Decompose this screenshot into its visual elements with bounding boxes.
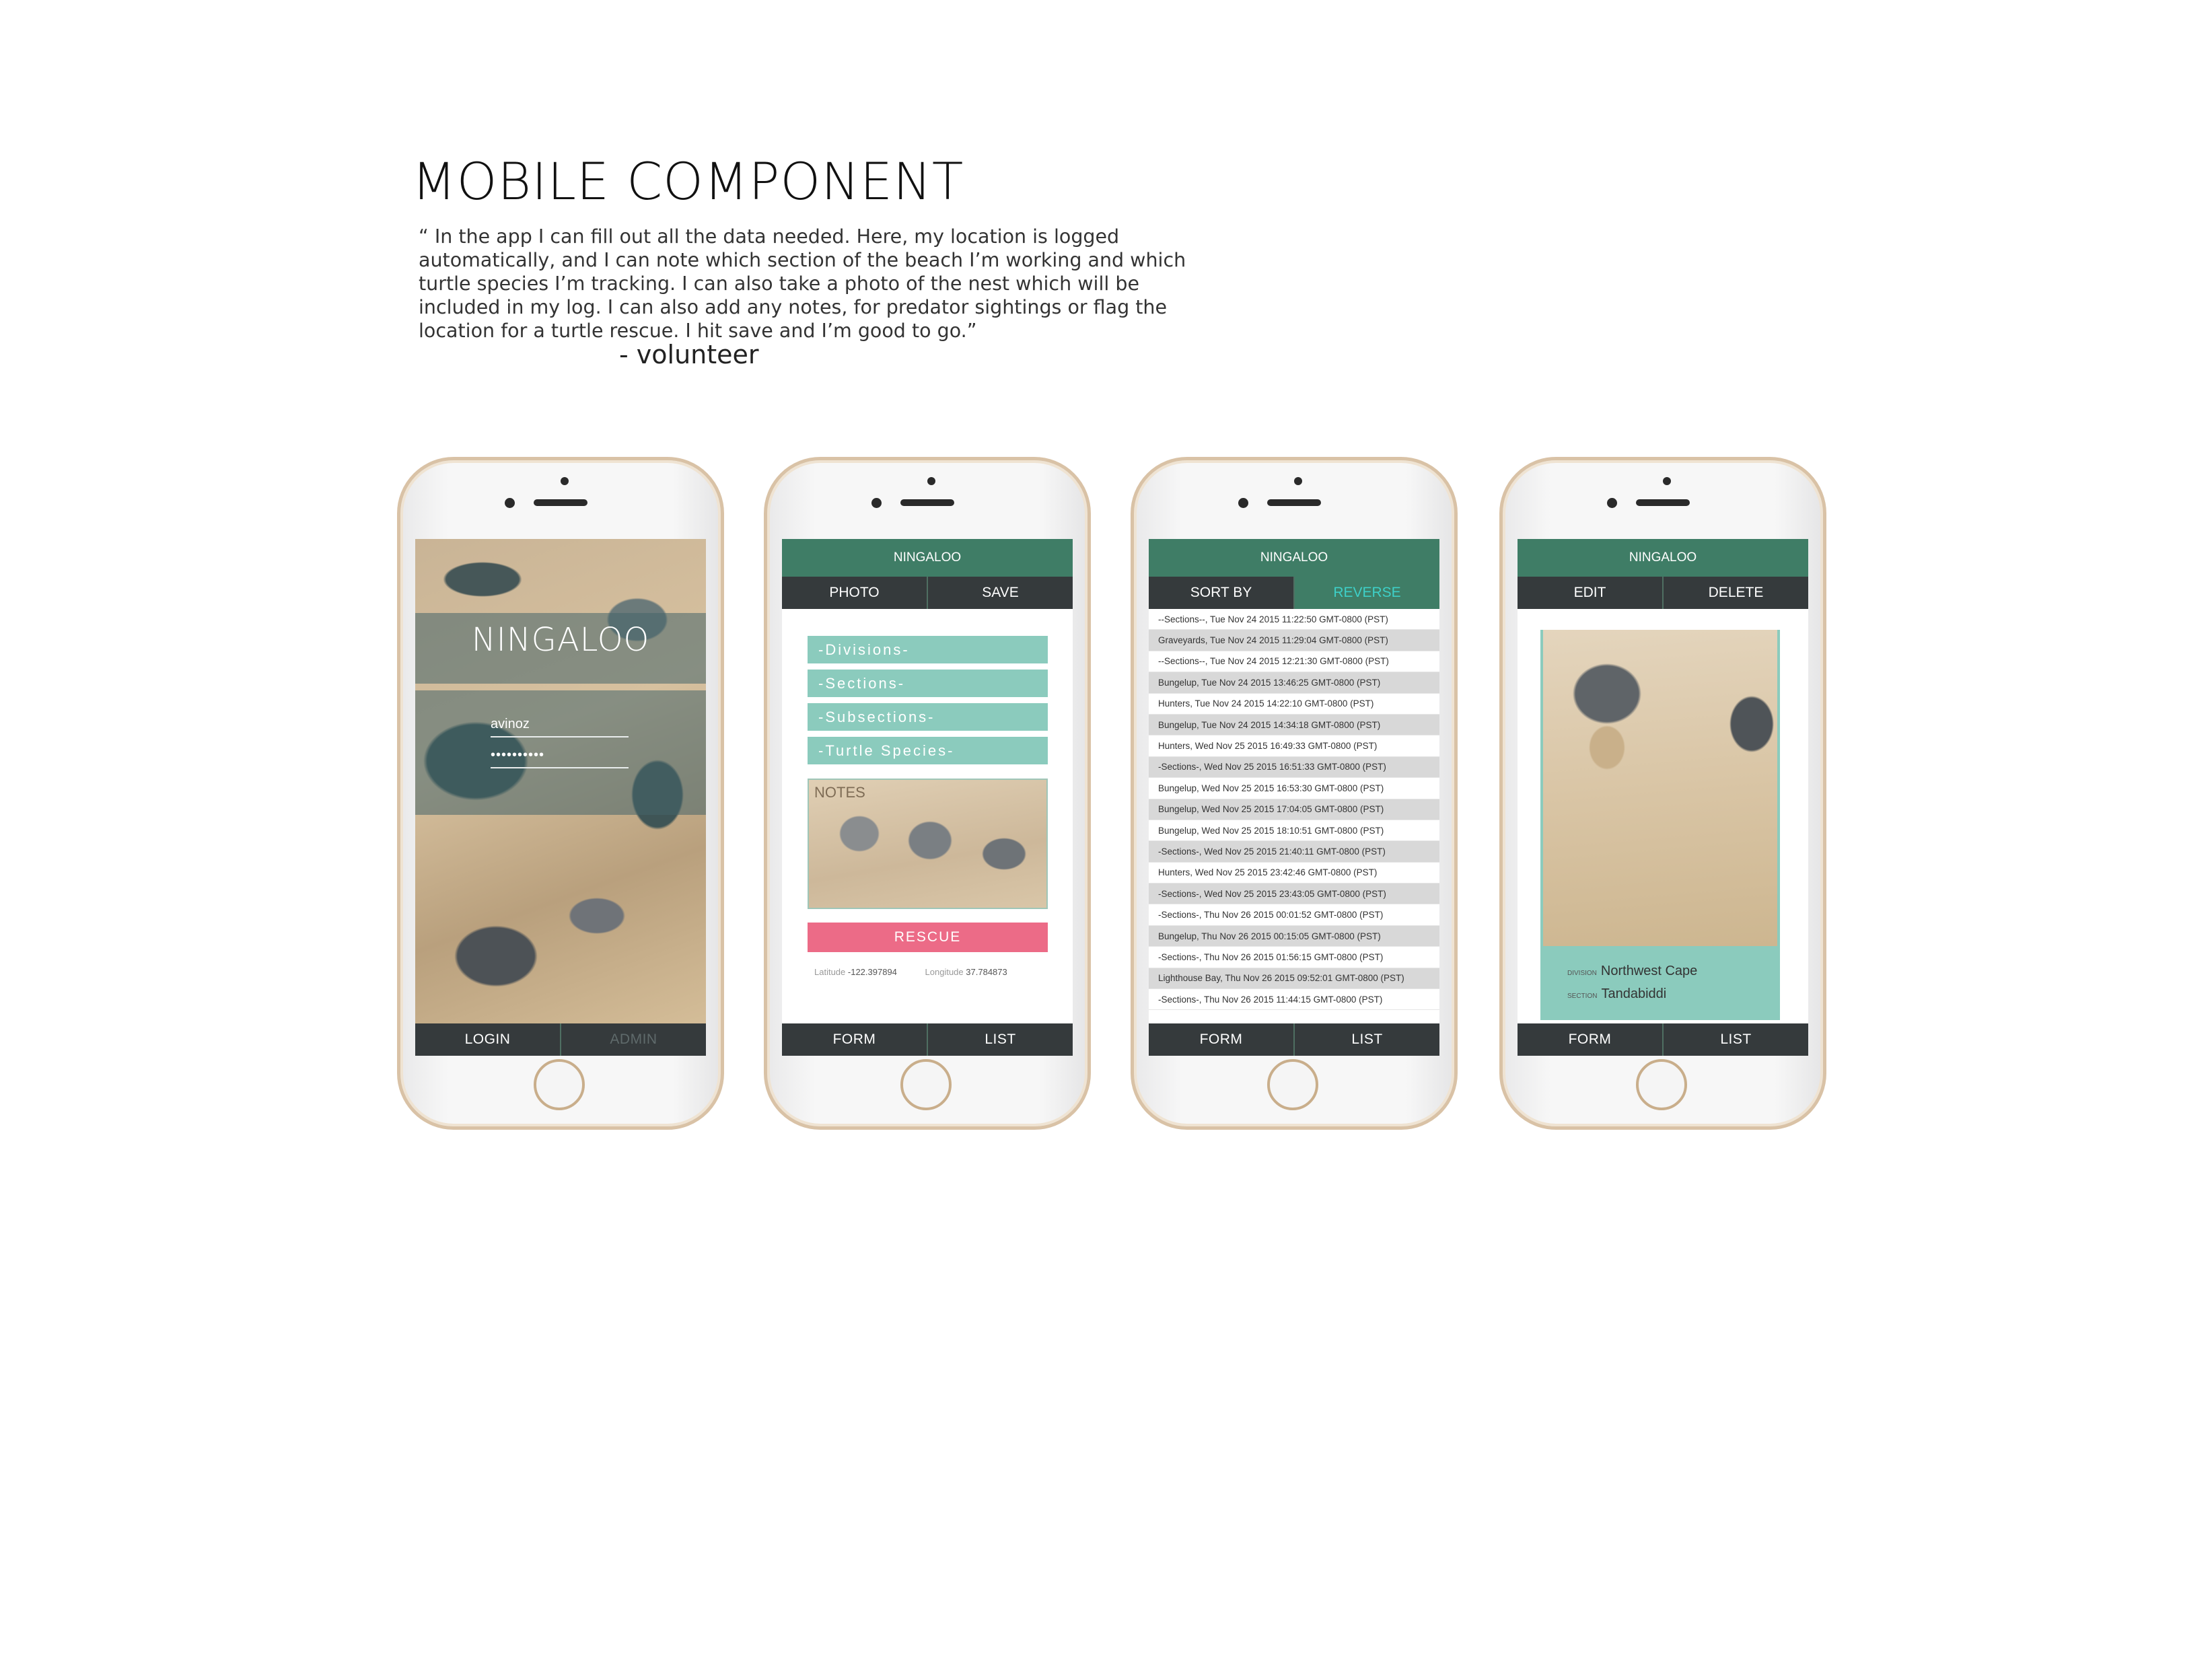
detail-screen: NINGALOO EDIT DELETE DIVISION Northwest C… <box>1518 539 1808 1056</box>
record-card: DIVISION Northwest Cape SECTION Tandabiddi <box>1540 630 1780 1020</box>
reverse-button[interactable]: REVERSE <box>1295 577 1439 609</box>
list-item[interactable]: Graveyards, Tue Nov 24 2015 11:29:04 GMT… <box>1149 630 1439 651</box>
home-button[interactable] <box>1636 1059 1687 1110</box>
location-readout: Latitude -122.397894 Longitude 37.784873 <box>814 967 1007 977</box>
proximity-sensor <box>1663 477 1671 485</box>
proximity-sensor <box>1294 477 1302 485</box>
subsections-select[interactable]: -Subsections- <box>808 703 1048 731</box>
admin-button[interactable]: ADMIN <box>561 1023 706 1056</box>
list-item[interactable]: -Sections-, Thu Nov 26 2015 00:01:52 GMT… <box>1149 904 1439 926</box>
front-camera <box>1238 498 1248 508</box>
list-item[interactable]: Lighthouse Bay, Thu Nov 26 2015 09:52:01… <box>1149 968 1439 990</box>
volunteer-quote: “ In the app I can fill out all the data… <box>419 225 1186 342</box>
latitude-label: Latitude <box>814 967 846 977</box>
sections-select[interactable]: -Sections- <box>808 670 1048 697</box>
front-camera <box>505 498 515 508</box>
divisions-select[interactable]: -Divisions- <box>808 636 1048 663</box>
list-item[interactable]: --Sections--, Tue Nov 24 2015 11:22:50 G… <box>1149 609 1439 630</box>
list-toolbar: SORT BY REVERSE <box>1149 577 1439 609</box>
division-label: DIVISION <box>1567 970 1597 977</box>
list-item[interactable]: Hunters, Tue Nov 24 2015 14:22:10 GMT-08… <box>1149 694 1439 715</box>
species-select[interactable]: -Turtle Species- <box>808 737 1048 764</box>
home-button[interactable] <box>534 1059 585 1110</box>
list-screen: NINGALOO SORT BY REVERSE --Sections--, T… <box>1149 539 1439 1056</box>
longitude-label: Longitude <box>925 967 964 977</box>
division-value: Northwest Cape <box>1600 964 1698 978</box>
password-field[interactable]: •••••••••• <box>491 748 629 768</box>
list-item[interactable]: -Sections-, Wed Nov 25 2015 23:43:05 GMT… <box>1149 883 1439 905</box>
save-button[interactable]: SAVE <box>928 577 1073 609</box>
form-toolbar: PHOTO SAVE <box>782 577 1073 609</box>
proximity-sensor <box>561 477 569 485</box>
earpiece-speaker <box>1636 499 1690 506</box>
app-header: NINGALOO <box>782 539 1073 577</box>
earpiece-speaker <box>1267 499 1321 506</box>
list-item[interactable]: Bungelup, Wed Nov 25 2015 18:10:51 GMT-0… <box>1149 820 1439 842</box>
notes-field[interactable]: NOTES <box>808 779 1048 909</box>
list-item[interactable]: -Sections-, Wed Nov 25 2015 21:40:11 GMT… <box>1149 841 1439 863</box>
tab-form[interactable]: FORM <box>1149 1023 1295 1056</box>
list-item[interactable]: Bungelup, Thu Nov 26 2015 00:15:05 GMT-0… <box>1149 925 1439 947</box>
section-field: SECTION Tandabiddi <box>1567 986 1666 1002</box>
phone-login: NINGALOO avinoz •••••••••• LOGIN ADMIN <box>397 457 724 1130</box>
main-tabbar: FORM LIST <box>1518 1023 1808 1056</box>
app-logo-title: NINGALOO <box>471 621 650 659</box>
log-list: --Sections--, Tue Nov 24 2015 11:22:50 G… <box>1149 609 1439 1011</box>
login-screen: NINGALOO avinoz •••••••••• LOGIN ADMIN <box>415 539 706 1056</box>
page-title: MOBILE COMPONENT <box>412 151 964 211</box>
division-field: DIVISION Northwest Cape <box>1567 964 1697 979</box>
delete-button[interactable]: DELETE <box>1664 577 1808 609</box>
edit-button[interactable]: EDIT <box>1518 577 1664 609</box>
tab-list[interactable]: LIST <box>1664 1023 1808 1056</box>
phone-detail: NINGALOO EDIT DELETE DIVISION Northwest C… <box>1499 457 1826 1130</box>
front-camera <box>871 498 882 508</box>
proximity-sensor <box>927 477 935 485</box>
sort-by-button[interactable]: SORT BY <box>1149 577 1295 609</box>
list-item[interactable]: Bungelup, Tue Nov 24 2015 13:46:25 GMT-0… <box>1149 672 1439 694</box>
tab-form[interactable]: FORM <box>1518 1023 1664 1056</box>
login-tabbar: LOGIN ADMIN <box>415 1023 706 1056</box>
detail-toolbar: EDIT DELETE <box>1518 577 1808 609</box>
tab-form[interactable]: FORM <box>782 1023 928 1056</box>
nest-photo <box>1543 630 1777 946</box>
notes-label: NOTES <box>814 784 865 801</box>
list-item[interactable]: -Sections-, Thu Nov 26 2015 11:44:15 GMT… <box>1149 989 1439 1011</box>
main-tabbar: FORM LIST <box>782 1023 1073 1056</box>
section-value: Tandabiddi <box>1601 986 1667 1001</box>
photo-button[interactable]: PHOTO <box>782 577 928 609</box>
list-item[interactable]: --Sections--, Tue Nov 24 2015 12:21:30 G… <box>1149 651 1439 673</box>
username-field[interactable]: avinoz <box>491 717 629 737</box>
login-button[interactable]: LOGIN <box>415 1023 561 1056</box>
longitude-value: 37.784873 <box>966 967 1007 977</box>
tab-list[interactable]: LIST <box>928 1023 1073 1056</box>
list-item[interactable]: -Sections-, Wed Nov 25 2015 16:51:33 GMT… <box>1149 756 1439 779</box>
latitude-value: -122.397894 <box>847 967 897 977</box>
tab-list[interactable]: LIST <box>1295 1023 1439 1056</box>
quote-author: - volunteer <box>619 340 759 369</box>
list-item[interactable]: Bungelup, Tue Nov 24 2015 14:34:18 GMT-0… <box>1149 714 1439 736</box>
phone-form: NINGALOO PHOTO SAVE -Divisions- -Section… <box>764 457 1091 1130</box>
front-camera <box>1607 498 1617 508</box>
rescue-button[interactable]: RESCUE <box>808 923 1048 952</box>
list-item[interactable]: Hunters, Wed Nov 25 2015 23:42:46 GMT-08… <box>1149 863 1439 884</box>
main-tabbar: FORM LIST <box>1149 1023 1439 1056</box>
home-button[interactable] <box>1267 1059 1318 1110</box>
app-header: NINGALOO <box>1518 539 1808 577</box>
list-item[interactable]: -Sections-, Thu Nov 26 2015 01:56:15 GMT… <box>1149 947 1439 968</box>
earpiece-speaker <box>534 499 587 506</box>
list-item[interactable]: Hunters, Wed Nov 25 2015 16:49:33 GMT-08… <box>1149 735 1439 757</box>
list-item[interactable]: Bungelup, Wed Nov 25 2015 16:53:30 GMT-0… <box>1149 778 1439 799</box>
section-label: SECTION <box>1567 993 1598 1000</box>
home-button[interactable] <box>900 1059 952 1110</box>
app-header: NINGALOO <box>1149 539 1439 577</box>
phone-list: NINGALOO SORT BY REVERSE --Sections--, T… <box>1131 457 1458 1130</box>
earpiece-speaker <box>900 499 954 506</box>
form-screen: NINGALOO PHOTO SAVE -Divisions- -Section… <box>782 539 1073 1056</box>
list-item[interactable]: Bungelup, Wed Nov 25 2015 17:04:05 GMT-0… <box>1149 799 1439 820</box>
